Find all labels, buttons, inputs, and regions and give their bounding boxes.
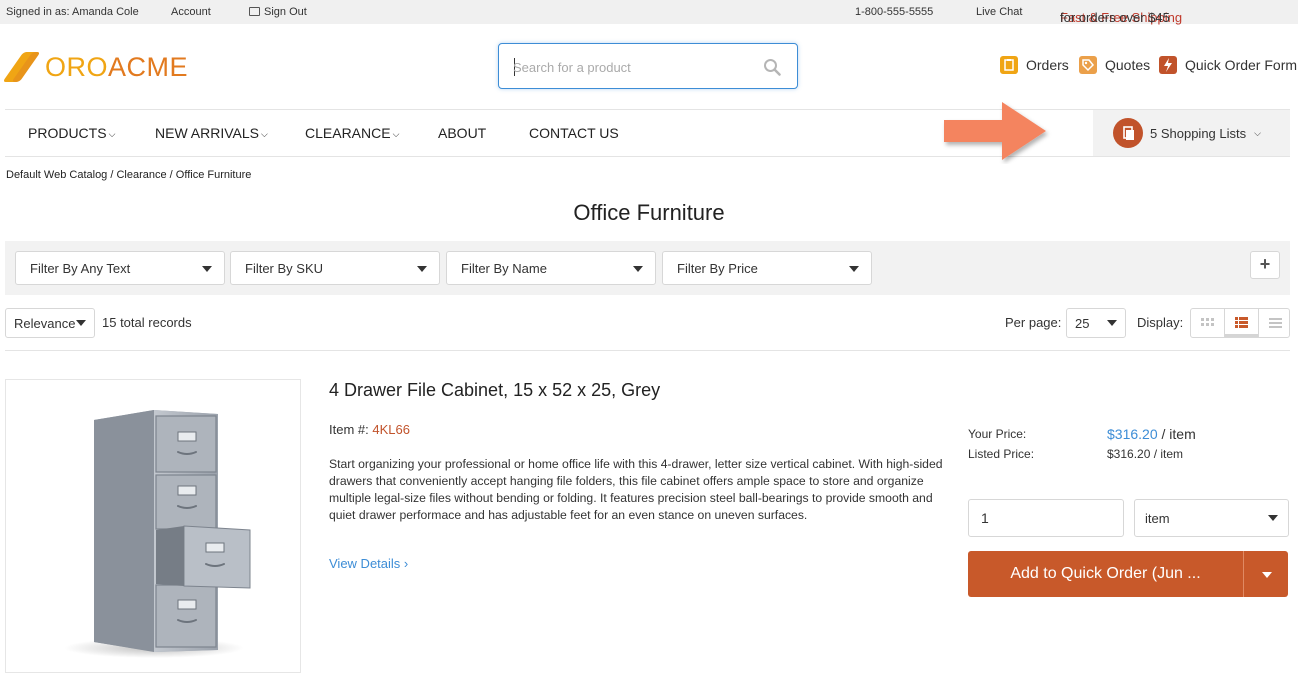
page-title: Office Furniture xyxy=(573,200,725,225)
your-price-label: Your Price: xyxy=(968,427,1027,441)
sort-select[interactable]: Relevance xyxy=(5,308,95,338)
display-gallery-button[interactable] xyxy=(1191,309,1225,337)
add-options-toggle[interactable] xyxy=(1243,551,1288,597)
per-page-select[interactable]: 25 xyxy=(1066,308,1126,338)
item-number: Item #: 4KL66 xyxy=(329,422,410,437)
nav-new-arrivals[interactable]: NEW ARRIVALS ⌵ xyxy=(155,125,268,141)
account-link[interactable]: Account xyxy=(171,6,211,18)
logo-text: OROACME xyxy=(45,51,189,82)
quotes-icon xyxy=(1079,56,1097,74)
divider xyxy=(5,350,1290,351)
display-compact-button[interactable] xyxy=(1259,309,1292,337)
add-to-quick-order-main[interactable]: Add to Quick Order (Jun ... xyxy=(968,551,1243,597)
sign-out-icon xyxy=(249,7,260,16)
plus-icon: + xyxy=(1259,254,1271,274)
chevron-down-icon: ⌵ xyxy=(261,129,268,139)
display-label: Display: xyxy=(1137,315,1184,330)
dropdown-arrow-icon xyxy=(1107,320,1117,326)
add-to-quick-order-button: Add to Quick Order (Jun ... xyxy=(968,551,1288,597)
chevron-down-icon: ⌵ xyxy=(1254,127,1261,138)
nav-about[interactable]: ABOUT xyxy=(438,125,486,141)
listed-price-label: Listed Price: xyxy=(968,447,1035,461)
product-sku: 4KL66 xyxy=(372,422,410,437)
logo-mark-icon xyxy=(2,52,41,82)
chevron-down-icon: ⌵ xyxy=(392,129,400,139)
dropdown-arrow-icon xyxy=(1262,572,1272,578)
view-details-link[interactable]: View Details › xyxy=(329,556,408,571)
orders-link[interactable]: Orders xyxy=(1000,56,1069,74)
grid-icon xyxy=(1201,318,1214,326)
annotation-arrow-icon xyxy=(944,102,1046,160)
search-input[interactable] xyxy=(513,57,753,77)
search-icon[interactable] xyxy=(763,58,781,76)
nav-products[interactable]: PRODUCTS ⌵ xyxy=(28,125,115,141)
dropdown-arrow-icon xyxy=(76,320,86,326)
dropdown-arrow-icon xyxy=(202,266,212,272)
product-description: Start organizing your professional or ho… xyxy=(329,457,943,522)
product-image[interactable] xyxy=(5,379,301,673)
shopping-lists-button[interactable]: 5 Shopping Lists ⌵ xyxy=(1093,110,1290,156)
filter-name[interactable]: Filter By Name xyxy=(446,251,656,285)
search-box[interactable] xyxy=(498,43,798,89)
listed-price: $316.20 / item xyxy=(1107,447,1184,461)
filter-bar: Filter By Any Text Filter By SKU Filter … xyxy=(5,241,1290,295)
shopping-list-icon xyxy=(1113,118,1143,148)
orders-icon xyxy=(1000,56,1018,74)
quick-order-form-link[interactable]: Quick Order Form xyxy=(1159,56,1297,74)
signed-in-text: Signed in as: Amanda Cole xyxy=(6,6,139,18)
site-logo[interactable]: OROACME xyxy=(2,50,189,84)
live-chat-link[interactable]: Live Chat xyxy=(976,6,1022,18)
top-bar: Signed in as: Amanda Cole Account Sign O… xyxy=(0,0,1298,25)
dropdown-arrow-icon xyxy=(417,266,427,272)
display-list-button[interactable] xyxy=(1225,309,1259,337)
list-icon xyxy=(1269,318,1282,328)
main-nav: PRODUCTS ⌵ NEW ARRIVALS ⌵ CLEARANCE ⌵ ABOUT… xyxy=(5,109,1290,157)
add-filter-button[interactable]: + xyxy=(1250,251,1280,279)
display-mode-group xyxy=(1190,308,1290,338)
filter-price[interactable]: Filter By Price xyxy=(662,251,872,285)
list-detailed-icon xyxy=(1235,317,1248,328)
file-cabinet-image xyxy=(64,410,251,658)
dropdown-arrow-icon xyxy=(633,266,643,272)
unit-select[interactable]: item xyxy=(1134,499,1289,537)
filter-sku[interactable]: Filter By SKU xyxy=(230,251,440,285)
nav-contact-us[interactable]: CONTACT US xyxy=(529,125,619,141)
quantity-input[interactable]: 1 xyxy=(968,499,1124,537)
product-name-link[interactable]: 4 Drawer File Cabinet, 15 x 52 x 25, Gre… xyxy=(329,380,660,401)
per-page-label: Per page: xyxy=(1005,315,1062,330)
chevron-down-icon: ⌵ xyxy=(108,129,116,139)
sign-out-link[interactable]: Sign Out xyxy=(249,6,307,18)
quick-order-icon xyxy=(1159,56,1177,74)
dropdown-arrow-icon xyxy=(1268,515,1278,521)
dropdown-arrow-icon xyxy=(849,266,859,272)
breadcrumb: Default Web Catalog / Clearance / Office… xyxy=(6,169,252,181)
filter-any-text[interactable]: Filter By Any Text xyxy=(15,251,225,285)
quotes-link[interactable]: Quotes xyxy=(1079,56,1150,74)
nav-clearance[interactable]: CLEARANCE ⌵ xyxy=(305,125,399,141)
your-price: $316.20 / item xyxy=(1107,426,1196,442)
total-records: 15 total records xyxy=(102,315,192,330)
phone-number: 1-800-555-5555 xyxy=(855,6,934,18)
